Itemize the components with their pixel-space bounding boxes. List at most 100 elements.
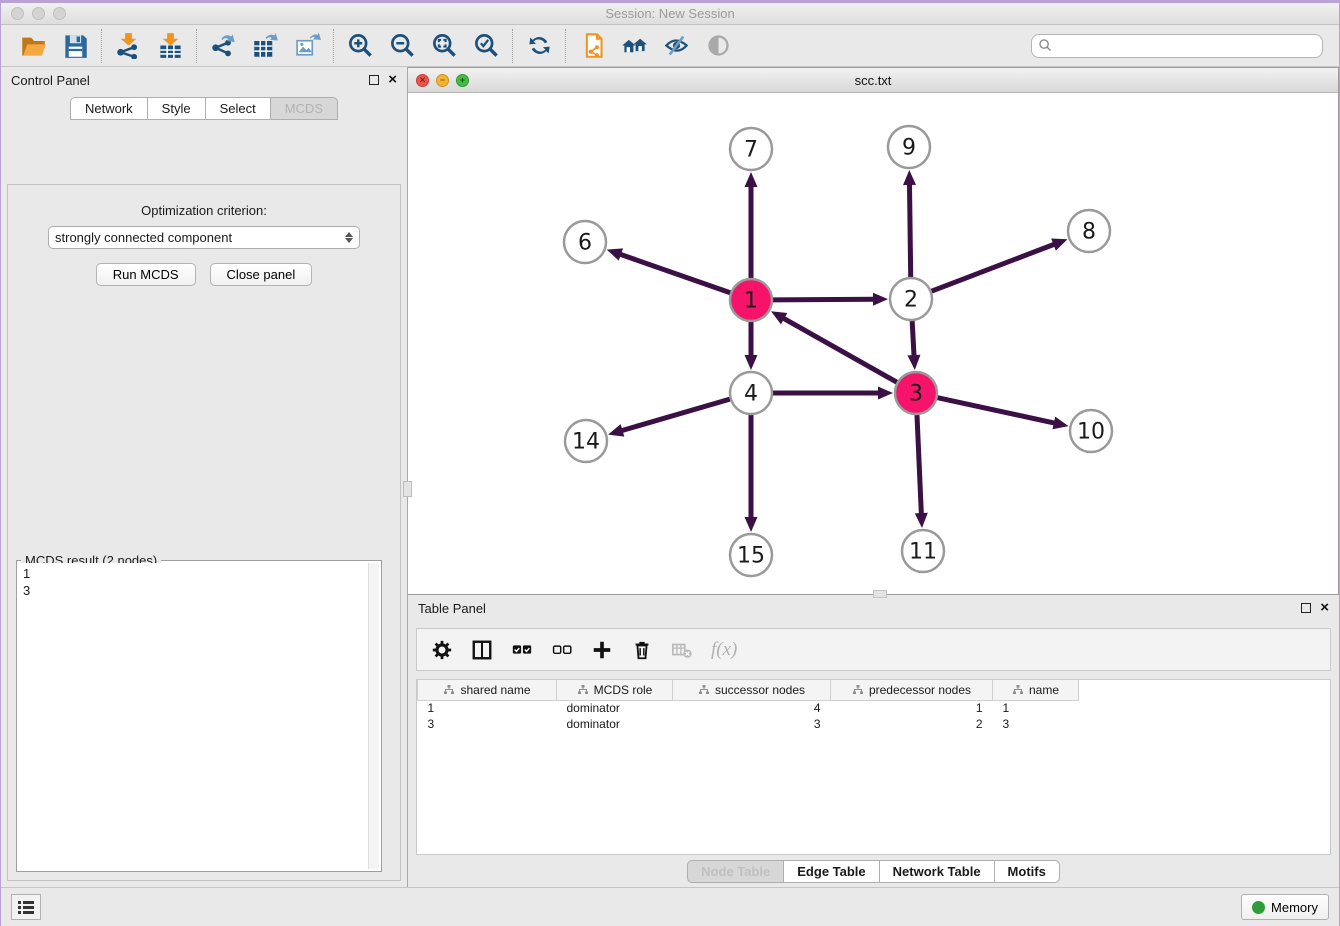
float-panel-icon[interactable] [369,75,379,85]
close-panel-button[interactable]: Close panel [210,263,313,286]
function-builder-icon[interactable]: f(x) [711,639,737,661]
graph-node-7[interactable]: 7 [730,128,772,170]
close-table-panel-icon[interactable]: × [1320,603,1329,613]
import-table-icon[interactable] [152,29,188,63]
column-header-predecessor-nodes[interactable]: predecessor nodes [831,680,993,700]
zoom-fit-icon[interactable] [426,29,462,63]
svg-text:15: 15 [737,544,765,569]
import-network-icon[interactable] [110,29,146,63]
svg-text:11: 11 [909,540,937,565]
table-cell[interactable]: 1 [831,700,993,716]
memory-button[interactable]: Memory [1241,894,1329,920]
network-canvas[interactable]: 7 9 6 8 1 2 4 3 14 10 15 11 [408,93,1338,594]
gear-icon[interactable] [431,639,453,661]
export-image-icon[interactable] [289,29,325,63]
search-field[interactable] [1031,34,1323,58]
network-graph[interactable]: 7 9 6 8 1 2 4 3 14 10 15 11 [408,93,1337,594]
tab-edge-table[interactable]: Edge Table [783,860,878,883]
tab-node-table[interactable]: Node Table [687,860,783,883]
zoom-in-icon[interactable] [342,29,378,63]
graph-node-11[interactable]: 11 [902,530,944,572]
mcds-result-scrollbar[interactable] [368,563,379,869]
column-header-MCDS-role[interactable]: MCDS role [557,680,673,700]
run-mcds-button[interactable]: Run MCDS [96,263,196,286]
graph-node-10[interactable]: 10 [1070,410,1112,452]
show-view-icon[interactable] [700,29,736,63]
deselect-all-icon[interactable] [551,639,573,661]
mcds-panel: Optimization criterion: strongly connect… [7,184,401,881]
table-row[interactable]: 1dominator411 [418,700,1079,716]
criterion-select[interactable]: strongly connected component [48,226,360,249]
zoom-selected-icon[interactable] [468,29,504,63]
node-table[interactable]: shared nameMCDS rolesuccessor nodesprede… [416,679,1331,855]
graph-node-9[interactable]: 9 [888,126,930,168]
network-close-button[interactable]: ✕ [416,74,429,87]
network-window-title: scc.txt [408,73,1338,88]
task-history-button[interactable] [11,894,41,920]
zoom-out-icon[interactable] [384,29,420,63]
home-layout-icon[interactable] [616,29,652,63]
graph-node-2[interactable]: 2 [890,278,932,320]
edge-3-10[interactable] [937,398,1056,424]
save-session-icon[interactable] [57,29,93,63]
table-cell[interactable]: 2 [831,716,993,732]
table-cell[interactable]: 3 [993,716,1079,732]
add-column-icon[interactable] [591,639,613,661]
table-cell[interactable]: dominator [557,716,673,732]
table-cell[interactable]: 3 [673,716,831,732]
network-minimize-button[interactable]: − [436,74,449,87]
column-header-name[interactable]: name [993,680,1079,700]
tab-network[interactable]: Network [70,97,147,120]
tab-network-table[interactable]: Network Table [879,860,994,883]
delete-table-icon[interactable] [671,639,693,661]
table-toolbar: f(x) [416,628,1331,671]
graph-node-4[interactable]: 4 [730,372,772,414]
table-cell[interactable]: 4 [673,700,831,716]
close-panel-icon[interactable]: × [388,75,397,85]
table-cell[interactable]: dominator [557,700,673,716]
svg-text:10: 10 [1077,420,1105,445]
svg-text:14: 14 [572,430,600,455]
table-cell[interactable]: 1 [418,700,557,716]
refresh-view-icon[interactable] [521,29,557,63]
column-header-successor-nodes[interactable]: successor nodes [673,680,831,700]
graph-node-14[interactable]: 14 [565,420,607,462]
tab-mcds[interactable]: MCDS [270,97,338,120]
search-input[interactable] [1057,38,1316,53]
table-row[interactable]: 3dominator323 [418,716,1079,732]
network-zoom-button[interactable]: + [456,74,469,87]
delete-column-icon[interactable] [631,639,653,661]
graph-node-6[interactable]: 6 [564,221,606,263]
select-all-icon[interactable] [511,639,533,661]
edge-4-14[interactable] [620,399,730,431]
table-cell[interactable]: 3 [418,716,557,732]
tab-style[interactable]: Style [147,97,205,120]
panel-splitter-grip[interactable] [403,481,412,497]
edge-1-6[interactable] [618,254,730,293]
graph-node-8[interactable]: 8 [1068,210,1110,252]
table-cell[interactable]: 1 [993,700,1079,716]
edge-3-11[interactable] [917,415,921,516]
hide-style-icon[interactable] [658,29,694,63]
edge-2-9[interactable] [909,182,910,277]
export-network-icon[interactable] [205,29,241,63]
float-table-panel-icon[interactable] [1301,603,1311,613]
table-splitter-grip[interactable] [873,590,887,598]
edge-2-8[interactable] [932,243,1057,291]
graph-node-15[interactable]: 15 [730,534,772,576]
control-panel: Control Panel × NetworkStyleSelectMCDS O… [1,67,408,887]
split-columns-icon[interactable] [471,639,493,661]
edge-1-2[interactable] [773,299,876,300]
column-header-shared-name[interactable]: shared name [418,680,557,700]
open-file-icon[interactable] [15,29,51,63]
tab-select[interactable]: Select [205,97,270,120]
edge-2-3[interactable] [912,321,914,358]
export-table-icon[interactable] [247,29,283,63]
mcds-result-list[interactable]: 13 [19,563,368,869]
tab-motifs[interactable]: Motifs [994,860,1060,883]
svg-text:9: 9 [902,136,916,161]
edge-3-1[interactable] [781,317,896,382]
graph-node-1[interactable]: 1 [730,279,772,321]
duplicate-network-icon[interactable] [574,29,610,63]
graph-node-3[interactable]: 3 [895,372,937,414]
